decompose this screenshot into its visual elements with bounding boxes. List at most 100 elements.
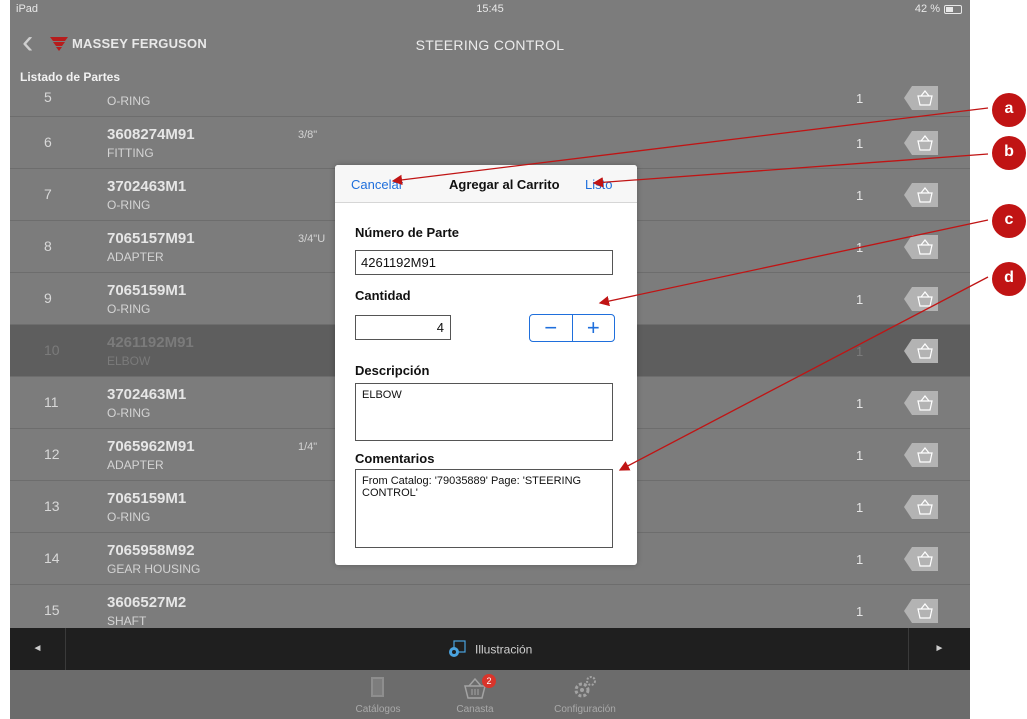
- add-to-cart-icon[interactable]: [904, 495, 938, 519]
- decrement-button[interactable]: −: [530, 315, 573, 341]
- row-part-number: 3702463M1: [107, 178, 187, 195]
- row-description: O-RING: [107, 198, 151, 212]
- add-to-cart-icon[interactable]: [904, 443, 938, 467]
- row-description: O-RING: [107, 406, 151, 420]
- page-title: STEERING CONTROL: [415, 37, 565, 53]
- tab-label: Canasta: [456, 704, 494, 715]
- done-button[interactable]: Listo: [585, 177, 612, 192]
- row-part-number: 4261192M91: [107, 334, 194, 351]
- part-number-field[interactable]: 4261192M91: [355, 250, 613, 275]
- add-to-cart-icon[interactable]: [904, 235, 938, 259]
- quantity-field[interactable]: 4: [355, 315, 451, 340]
- illustration-label: Illustración: [474, 642, 533, 657]
- row-part-number: 7065958M92: [107, 542, 195, 559]
- row-part-number: 7065159M1: [107, 490, 187, 507]
- row-description: ADAPTER: [107, 458, 164, 472]
- row-quantity: 1: [856, 344, 864, 359]
- status-time: 15:45: [476, 3, 504, 15]
- row-number: 10: [44, 342, 60, 358]
- row-part-number: 7065157M91: [107, 230, 195, 247]
- tab-catalogs[interactable]: Catálogos: [333, 674, 423, 715]
- row-quantity: 1: [856, 188, 864, 203]
- row-quantity: 1: [856, 604, 864, 619]
- part-number-label: Número de Parte: [355, 225, 460, 240]
- add-to-cart-icon[interactable]: [904, 599, 938, 623]
- row-description: GEAR HOUSING: [107, 562, 201, 576]
- row-number: 15: [44, 602, 60, 618]
- add-to-cart-icon[interactable]: [904, 287, 938, 311]
- row-quantity: 1: [856, 91, 864, 106]
- row-part-number: 7065962M91: [107, 438, 195, 455]
- row-number: 12: [44, 446, 60, 462]
- illustration-icon: [448, 640, 466, 661]
- tab-cart[interactable]: 2 Canasta: [430, 674, 520, 715]
- add-to-cart-icon[interactable]: [904, 183, 938, 207]
- status-bar: iPad 15:45 42 %: [10, 0, 970, 20]
- row-description: O-RING: [107, 94, 151, 108]
- callout-a: a: [992, 93, 1026, 127]
- description-label: Descripción: [355, 363, 430, 378]
- basket-icon: 2: [430, 674, 520, 702]
- callout-b: b: [992, 136, 1026, 170]
- row-description: ADAPTER: [107, 250, 164, 264]
- bottom-toolbar: ◄ Illustración ►: [10, 628, 970, 670]
- row-description: O-RING: [107, 510, 151, 524]
- row-quantity: 1: [856, 552, 864, 567]
- dialog-header: Cancelar Agregar al Carrito Listo: [335, 165, 637, 203]
- row-quantity: 1: [856, 136, 864, 151]
- row-part-number: 3702463M1: [107, 386, 187, 403]
- row-quantity: 1: [856, 292, 864, 307]
- row-part-number: 7065159M1: [107, 282, 187, 299]
- catalog-book-icon: [333, 674, 423, 702]
- row-description: ELBOW: [107, 354, 151, 368]
- illustration-button[interactable]: Illustración: [10, 640, 970, 661]
- table-row[interactable]: 6 3608274M91 FITTING 3/8" 1: [10, 117, 970, 169]
- next-page-button[interactable]: ►: [908, 628, 970, 670]
- add-to-cart-icon[interactable]: [904, 131, 938, 155]
- cancel-button[interactable]: Cancelar: [351, 177, 403, 192]
- row-number: 9: [44, 290, 52, 306]
- row-note: 3/4"U: [298, 233, 326, 245]
- callout-c: c: [992, 204, 1026, 238]
- battery-percent: 42 %: [914, 3, 940, 15]
- tab-bar: Catálogos 2 Canasta Configuración: [10, 670, 970, 719]
- row-quantity: 1: [856, 240, 864, 255]
- comments-field[interactable]: From Catalog: '79035889' Page: 'STEERING…: [355, 469, 613, 548]
- tab-label: Catálogos: [355, 704, 401, 715]
- row-number: 14: [44, 550, 60, 566]
- increment-button[interactable]: +: [573, 315, 615, 341]
- comments-label: Comentarios: [355, 451, 435, 466]
- cart-count-badge: 2: [482, 674, 496, 688]
- description-field[interactable]: ELBOW: [355, 383, 613, 441]
- row-number: 13: [44, 498, 60, 514]
- row-quantity: 1: [856, 396, 864, 411]
- row-quantity: 1: [856, 500, 864, 515]
- row-number: 5: [44, 89, 52, 105]
- add-to-cart-icon[interactable]: [904, 339, 938, 363]
- row-description: SHAFT: [107, 614, 147, 628]
- row-part-number: 3608274M91: [107, 126, 195, 143]
- row-note: 1/4": [298, 441, 318, 453]
- add-to-cart-icon[interactable]: [904, 547, 938, 571]
- add-to-cart-icon[interactable]: [904, 86, 938, 110]
- tab-label: Configuración: [554, 704, 616, 715]
- row-number: 11: [44, 394, 59, 410]
- dialog-title: Agregar al Carrito: [449, 177, 560, 192]
- row-number: 7: [44, 186, 52, 202]
- add-to-cart-icon[interactable]: [904, 391, 938, 415]
- quantity-label: Cantidad: [355, 288, 411, 303]
- row-number: 6: [44, 134, 52, 150]
- row-description: FITTING: [107, 146, 154, 160]
- row-quantity: 1: [856, 448, 864, 463]
- table-row[interactable]: 5 O-RING 1: [10, 82, 970, 117]
- row-note: 3/8": [298, 129, 318, 141]
- row-description: O-RING: [107, 302, 151, 316]
- quantity-stepper[interactable]: − +: [529, 314, 615, 342]
- add-to-cart-dialog: Cancelar Agregar al Carrito Listo Número…: [335, 165, 637, 565]
- callout-d: d: [992, 262, 1026, 296]
- battery-icon: [944, 5, 962, 14]
- nav-bar: ‹ MASSEY FERGUSON STEERING CONTROL: [10, 20, 970, 66]
- gears-icon: [540, 674, 630, 702]
- row-part-number: 3606527M2: [107, 594, 187, 611]
- tab-settings[interactable]: Configuración: [540, 674, 630, 715]
